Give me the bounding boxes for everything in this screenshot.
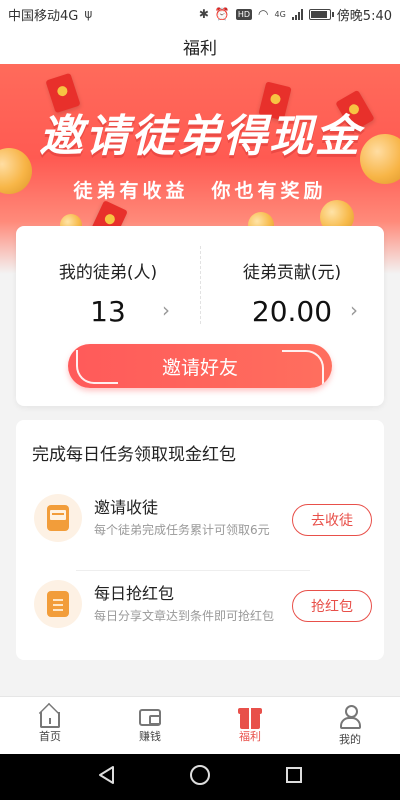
apprentice-stats-card: 我的徒弟(人) 13 › 徒弟贡献(元) 20.00 › 邀请好友 (16, 226, 384, 406)
invite-friends-label: 邀请好友 (161, 356, 238, 379)
tab-label: 我的 (339, 732, 361, 746)
apprentice-contribution-label: 徒弟贡献(元) (242, 263, 342, 283)
wifi-icon: ◠ (258, 7, 269, 21)
usb-icon: ψ (84, 7, 93, 21)
chevron-right-icon[interactable]: › (162, 298, 170, 322)
system-navigation-bar (0, 754, 400, 800)
tab-label: 赚钱 (139, 730, 161, 743)
daily-tasks-card: 完成每日任务领取现金红包 邀请收徒 每个徒弟完成任务累计可领取6元 去收徒 每日… (16, 420, 384, 660)
recent-apps-icon[interactable] (285, 766, 303, 788)
task-description: 每日分享文章达到条件即可抢红包 (94, 609, 275, 623)
signal-icon (291, 8, 303, 20)
tab-label: 福利 (239, 729, 261, 743)
carrier-label: 中国移动4G (8, 8, 79, 24)
tab-home[interactable]: 首页 (0, 697, 100, 754)
document-icon (34, 580, 82, 628)
my-apprentices-stat[interactable]: 我的徒弟(人) 13 (16, 258, 200, 328)
home-icon (40, 711, 60, 728)
invite-friends-button[interactable]: 邀请好友 (68, 344, 332, 388)
task-name: 邀请收徒 (94, 498, 159, 517)
task-item: 邀请收徒 每个徒弟完成任务累计可领取6元 去收徒 (32, 484, 372, 564)
battery-icon (308, 8, 334, 20)
tab-welfare[interactable]: 福利 (200, 697, 300, 754)
chevron-right-icon[interactable]: › (350, 298, 358, 322)
status-bar: 中国移动4G ψ ✱ ⏰ HD ◠ 4G 傍晚5:40 (0, 0, 400, 28)
page-title: 福利 (183, 38, 217, 59)
banner-title: 邀请徒弟得现金 (39, 111, 361, 162)
my-apprentices-label: 我的徒弟(人) (58, 263, 158, 283)
tasks-title: 完成每日任务领取现金红包 (32, 445, 236, 465)
network-type: 4G (274, 9, 286, 19)
hd-icon: HD (235, 8, 253, 20)
status-right: ✱ ⏰ HD ◠ 4G 傍晚5:40 (199, 5, 392, 24)
tab-label: 首页 (39, 729, 61, 743)
gift-icon (238, 707, 262, 729)
banner-subtitle: 徒弟有收益 你也有奖励 (73, 180, 327, 202)
bluetooth-icon: ✱ (198, 7, 209, 21)
my-apprentices-value: 13 (90, 295, 126, 328)
task-item: 每日抢红包 每日分享文章达到条件即可抢红包 抢红包 (32, 570, 372, 650)
tab-earn[interactable]: 赚钱 (100, 697, 200, 754)
wallet-icon (139, 709, 161, 726)
envelope-icon-shape (47, 505, 69, 531)
task-name: 每日抢红包 (94, 584, 175, 603)
tab-mine[interactable]: 我的 (300, 697, 400, 754)
document-icon-shape (47, 591, 69, 617)
envelope-icon (34, 494, 82, 542)
task-description: 每个徒弟完成任务累计可领取6元 (94, 523, 270, 537)
grab-red-packet-button[interactable]: 抢红包 (292, 590, 372, 622)
page-header: 福利 (0, 28, 400, 64)
user-icon (339, 704, 361, 729)
status-left: 中国移动4G ψ (8, 5, 92, 24)
home-button-icon[interactable] (189, 764, 211, 790)
alarm-icon: ⏰ (214, 7, 230, 21)
recruit-apprentice-button[interactable]: 去收徒 (292, 504, 372, 536)
status-time: 傍晚5:40 (336, 8, 392, 24)
back-icon[interactable] (97, 765, 115, 789)
bottom-tab-bar: 首页 赚钱 福利 我的 (0, 696, 400, 754)
